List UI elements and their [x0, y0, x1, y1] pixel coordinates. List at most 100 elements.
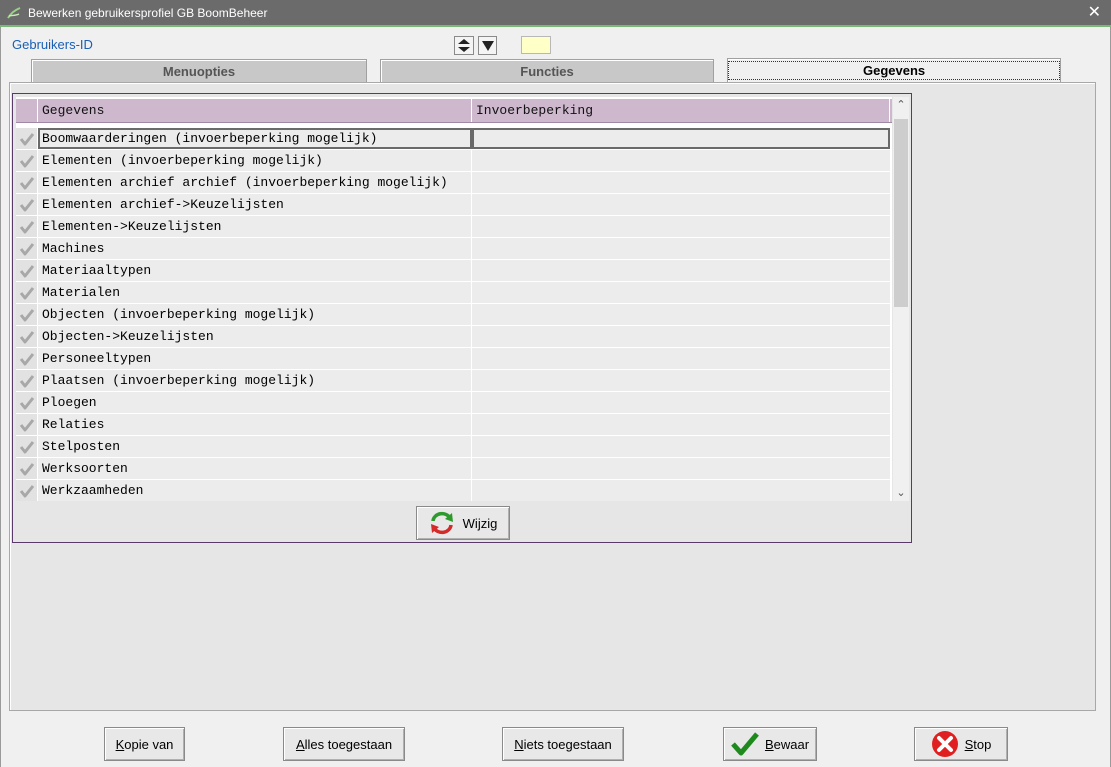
column-header-gegevens[interactable]: Gegevens [38, 99, 472, 122]
app-leaf-icon [7, 6, 21, 19]
table-row[interactable]: Boomwaarderingen (invoerbeperking mogeli… [16, 128, 892, 150]
scroll-thumb[interactable] [894, 119, 908, 307]
row-checkbox[interactable] [16, 238, 38, 259]
row-invoerbeperking-cell[interactable] [472, 414, 890, 435]
check-icon [19, 264, 34, 277]
bewaar-button[interactable]: Bewaar [723, 727, 817, 761]
row-invoerbeperking-cell[interactable] [472, 172, 890, 193]
row-checkbox[interactable] [16, 392, 38, 413]
row-gegevens-cell[interactable]: Ploegen [38, 392, 472, 413]
row-checkbox[interactable] [16, 216, 38, 237]
table-row[interactable]: Elementen (invoerbeperking mogelijk) [16, 150, 892, 172]
stop-button[interactable]: Stop [914, 727, 1008, 761]
row-invoerbeperking-cell[interactable] [472, 282, 890, 303]
table-row[interactable]: Objecten (invoerbeperking mogelijk) [16, 304, 892, 326]
row-checkbox[interactable] [16, 194, 38, 215]
stop-x-circle-icon [931, 731, 958, 757]
niets-accesskey: N [514, 736, 524, 752]
check-icon [19, 308, 34, 321]
user-id-dropdown-button[interactable] [478, 36, 497, 55]
table-row[interactable]: Machines [16, 238, 892, 260]
check-icon [19, 330, 34, 343]
row-gegevens-cell[interactable]: Elementen archief archief (invoerbeperki… [38, 172, 472, 193]
wijzig-button[interactable]: Wijzig [416, 506, 510, 540]
row-gegevens-cell[interactable]: Objecten->Keuzelijsten [38, 326, 472, 347]
table-row[interactable]: Elementen archief->Keuzelijsten [16, 194, 892, 216]
table-row[interactable]: Plaatsen (invoerbeperking mogelijk) [16, 370, 892, 392]
check-icon [19, 242, 34, 255]
row-checkbox[interactable] [16, 150, 38, 171]
row-gegevens-cell[interactable]: Machines [38, 238, 472, 259]
row-checkbox[interactable] [16, 304, 38, 325]
row-invoerbeperking-cell[interactable] [472, 260, 890, 281]
refresh-arrows-icon [430, 511, 453, 535]
row-gegevens-cell[interactable]: Werkzaamheden [38, 480, 472, 501]
user-id-field[interactable] [521, 36, 551, 54]
row-checkbox[interactable] [16, 414, 38, 435]
scroll-up-icon[interactable]: ⌃ [893, 97, 909, 113]
row-invoerbeperking-cell[interactable] [472, 480, 890, 501]
row-invoerbeperking-cell[interactable] [472, 128, 890, 149]
row-checkbox[interactable] [16, 172, 38, 193]
row-gegevens-cell[interactable]: Plaatsen (invoerbeperking mogelijk) [38, 370, 472, 391]
checkmark-icon [731, 732, 759, 756]
table-row[interactable]: Materialen [16, 282, 892, 304]
grid-scrollbar[interactable]: ⌃ ⌄ [893, 97, 909, 501]
row-gegevens-cell[interactable]: Personeeltypen [38, 348, 472, 369]
table-row[interactable]: Elementen archief archief (invoerbeperki… [16, 172, 892, 194]
row-invoerbeperking-cell[interactable] [472, 326, 890, 347]
row-checkbox[interactable] [16, 326, 38, 347]
window-title: Bewerken gebruikersprofiel GB BoomBeheer [28, 5, 268, 20]
row-checkbox[interactable] [16, 436, 38, 457]
row-gegevens-cell[interactable]: Stelposten [38, 436, 472, 457]
table-row[interactable]: Werkzaamheden [16, 480, 892, 501]
row-gegevens-cell[interactable]: Elementen->Keuzelijsten [38, 216, 472, 237]
tab-menuopties[interactable]: Menuopties [31, 59, 367, 82]
table-row[interactable]: Relaties [16, 414, 892, 436]
row-invoerbeperking-cell[interactable] [472, 194, 890, 215]
row-gegevens-cell[interactable]: Materialen [38, 282, 472, 303]
row-invoerbeperking-cell[interactable] [472, 436, 890, 457]
table-row[interactable]: Materiaaltypen [16, 260, 892, 282]
row-invoerbeperking-cell[interactable] [472, 458, 890, 479]
tab-gegevens-label: Gegevens [728, 61, 1061, 80]
row-checkbox[interactable] [16, 480, 38, 501]
row-checkbox[interactable] [16, 260, 38, 281]
row-gegevens-cell[interactable]: Elementen archief->Keuzelijsten [38, 194, 472, 215]
check-icon [19, 418, 34, 431]
row-invoerbeperking-cell[interactable] [472, 348, 890, 369]
row-checkbox[interactable] [16, 282, 38, 303]
row-invoerbeperking-cell[interactable] [472, 304, 890, 325]
row-gegevens-cell[interactable]: Materiaaltypen [38, 260, 472, 281]
table-row[interactable]: Elementen->Keuzelijsten [16, 216, 892, 238]
table-row[interactable]: Werksoorten [16, 458, 892, 480]
tab-gegevens[interactable]: Gegevens [727, 58, 1061, 83]
column-header-invoerbeperking[interactable]: Invoerbeperking [472, 99, 890, 122]
row-checkbox[interactable] [16, 128, 38, 149]
tab-functies[interactable]: Functies [380, 59, 714, 82]
row-gegevens-cell[interactable]: Werksoorten [38, 458, 472, 479]
user-id-spinner[interactable] [454, 36, 474, 55]
stop-label: top [973, 736, 992, 752]
row-gegevens-cell[interactable]: Elementen (invoerbeperking mogelijk) [38, 150, 472, 171]
table-row[interactable]: Stelposten [16, 436, 892, 458]
kopie-van-button[interactable]: Kopie van [104, 727, 185, 761]
table-row[interactable]: Personeeltypen [16, 348, 892, 370]
niets-toegestaan-button[interactable]: Niets toegestaan [502, 727, 624, 761]
row-gegevens-cell[interactable]: Objecten (invoerbeperking mogelijk) [38, 304, 472, 325]
row-invoerbeperking-cell[interactable] [472, 216, 890, 237]
close-icon[interactable]: ✕ [1088, 4, 1101, 22]
row-checkbox[interactable] [16, 370, 38, 391]
alles-toegestaan-button[interactable]: Alles toegestaan [283, 727, 405, 761]
row-invoerbeperking-cell[interactable] [472, 150, 890, 171]
row-gegevens-cell[interactable]: Relaties [38, 414, 472, 435]
row-checkbox[interactable] [16, 348, 38, 369]
row-invoerbeperking-cell[interactable] [472, 370, 890, 391]
row-gegevens-cell[interactable]: Boomwaarderingen (invoerbeperking mogeli… [38, 128, 472, 149]
table-row[interactable]: Objecten->Keuzelijsten [16, 326, 892, 348]
scroll-down-icon[interactable]: ⌄ [893, 485, 909, 501]
table-row[interactable]: Ploegen [16, 392, 892, 414]
row-invoerbeperking-cell[interactable] [472, 238, 890, 259]
row-checkbox[interactable] [16, 458, 38, 479]
row-invoerbeperking-cell[interactable] [472, 392, 890, 413]
